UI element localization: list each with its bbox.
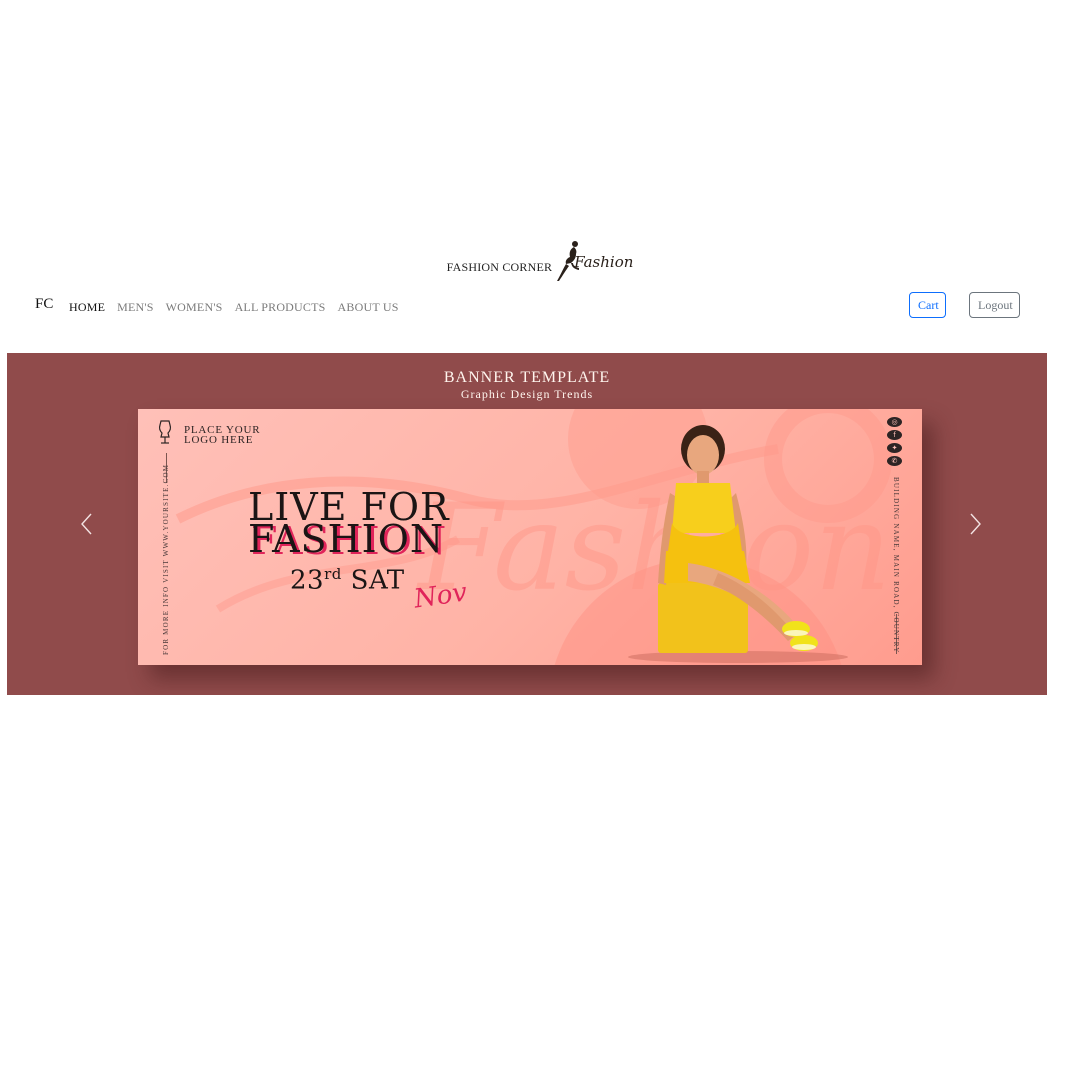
brand-logo: Fashion — [554, 239, 633, 283]
carousel-heading: BANNER TEMPLATE Graphic Design Trends — [7, 369, 1047, 401]
brand-logo-script: Fashion — [574, 253, 634, 271]
model-image — [628, 425, 848, 663]
twitter-icon[interactable]: ✦ — [887, 443, 902, 453]
carousel-slide-banner: Fashion PLACE YOUR LOGO HERE FOR MORE IN… — [138, 409, 922, 665]
nav-link-mens[interactable]: MEN'S — [117, 300, 154, 314]
social-icons: ◎ f ✦ ✆ — [887, 417, 902, 466]
hero-carousel: BANNER TEMPLATE Graphic Design Trends Fa… — [7, 353, 1047, 695]
whatsapp-icon[interactable]: ✆ — [887, 456, 902, 466]
date-number: 23 — [290, 565, 325, 596]
instagram-icon[interactable]: ◎ — [887, 417, 902, 427]
nav-links: HOME MEN'S WOMEN'S ALL PRODUCTS ABOUT US — [69, 298, 399, 316]
page: FASHION CORNER Fashion FC HOME MEN'S WOM… — [0, 0, 1080, 1080]
brand-header: FASHION CORNER Fashion — [0, 236, 1080, 286]
navbar-brand[interactable]: FC — [35, 296, 53, 313]
chevron-right-icon — [970, 513, 981, 535]
nav-link-home[interactable]: HOME — [69, 300, 105, 314]
banner-logo-area: PLACE YOUR LOGO HERE — [156, 419, 294, 446]
nav-link-womens[interactable]: WOMEN'S — [166, 300, 223, 314]
banner-address-text: BUILDING NAME, MAIN ROAD, COUNTRY — [892, 477, 900, 654]
headline-line-2: FASHION — [248, 517, 445, 561]
logout-button[interactable]: Logout — [969, 292, 1020, 318]
dress-form-icon — [159, 420, 171, 444]
date-day: SAT — [350, 565, 405, 596]
banner-logo-placeholder: PLACE YOUR LOGO HERE — [184, 424, 261, 446]
brand-name: FASHION CORNER — [446, 259, 553, 274]
chevron-left-icon — [81, 513, 92, 535]
banner-website-text: FOR MORE INFO VISIT WWW.YOURSITE.COM — [162, 463, 170, 655]
cart-button[interactable]: Cart — [909, 292, 946, 318]
carousel-prev-button[interactable] — [77, 511, 97, 537]
banner-headline: LIVE FOR FASHION — [248, 488, 450, 561]
nav-link-all-products[interactable]: ALL PRODUCTS — [235, 300, 326, 314]
facebook-icon[interactable]: f — [887, 430, 902, 440]
carousel-next-button[interactable] — [965, 511, 985, 537]
carousel-title: BANNER TEMPLATE — [443, 369, 611, 386]
nav-link-about-us[interactable]: ABOUT US — [338, 300, 399, 314]
date-suffix: rd — [324, 565, 342, 583]
navbar: FC HOME MEN'S WOMEN'S ALL PRODUCTS ABOUT… — [0, 290, 1080, 322]
banner-date: 23rd SAT — [290, 565, 405, 596]
carousel-subtitle: Graphic Design Trends — [460, 387, 594, 401]
